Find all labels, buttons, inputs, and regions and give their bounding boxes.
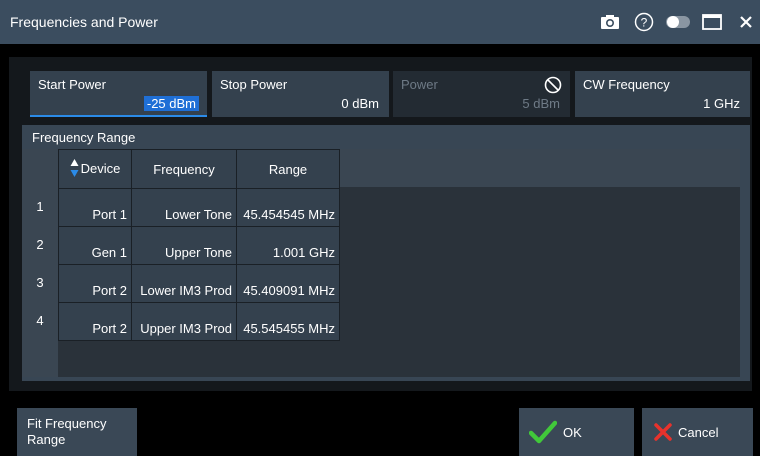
frequency-cell[interactable]: Upper Tone <box>131 226 237 265</box>
maximize-icon[interactable] <box>698 8 726 36</box>
power-field: Power 5 dBm <box>393 71 570 117</box>
row-number[interactable]: 1 <box>22 187 58 225</box>
table-corner <box>22 149 58 187</box>
frequency-range-title: Frequency Range <box>32 130 136 145</box>
fit-frequency-range-button[interactable]: Fit Frequency Range <box>17 408 137 456</box>
title-bar-icons: ? <box>590 0 760 44</box>
stop-power-value[interactable]: 0 dBm <box>341 96 379 111</box>
row-number[interactable]: 2 <box>22 225 58 263</box>
cw-frequency-field[interactable]: CW Frequency 1 GHz <box>575 71 750 117</box>
close-icon[interactable] <box>732 8 760 36</box>
start-power-field[interactable]: Start Power -25 dBm <box>30 71 207 117</box>
stop-power-label: Stop Power <box>220 77 288 92</box>
device-cell[interactable]: Gen 1 <box>58 226 132 265</box>
table-row[interactable]: Port 2 Upper IM3 Prod 45.545455 MHz <box>58 302 340 341</box>
frequency-cell[interactable]: Upper IM3 Prod <box>131 302 237 341</box>
power-value: 5 dBm <box>522 96 560 111</box>
frequencies-and-power-dialog: Frequencies and Power ? Start Power -25 … <box>0 0 760 456</box>
range-cell[interactable]: 45.409091 MHz <box>236 264 340 303</box>
sort-icon[interactable] <box>70 158 79 181</box>
range-cell[interactable]: 45.545455 MHz <box>236 302 340 341</box>
power-label: Power <box>401 77 438 92</box>
svg-text:?: ? <box>641 16 648 30</box>
cw-frequency-value[interactable]: 1 GHz <box>703 96 740 111</box>
frequency-range-table: 1 2 3 4 Device Frequency Range Port 1 Lo… <box>22 149 740 377</box>
table-row[interactable]: Port 1 Lower Tone 45.454545 MHz <box>58 188 340 227</box>
start-power-label: Start Power <box>38 77 106 92</box>
cancel-button[interactable]: Cancel <box>642 408 753 456</box>
table-row[interactable]: Gen 1 Upper Tone 1.001 GHz <box>58 226 340 265</box>
ok-label: OK <box>563 424 582 440</box>
device-cell[interactable]: Port 2 <box>58 302 132 341</box>
toggle-icon[interactable] <box>664 8 692 36</box>
device-cell[interactable]: Port 1 <box>58 188 132 227</box>
frequency-cell[interactable]: Lower IM3 Prod <box>131 264 237 303</box>
frequency-range-group: Frequency Range 1 2 3 4 Device Frequency… <box>22 125 750 381</box>
checkmark-icon <box>529 420 557 444</box>
cancel-x-icon <box>654 423 672 441</box>
column-header-frequency[interactable]: Frequency <box>131 149 237 189</box>
start-power-value[interactable]: -25 dBm <box>143 96 199 111</box>
help-icon[interactable]: ? <box>630 8 658 36</box>
column-header-range[interactable]: Range <box>236 149 340 189</box>
row-number[interactable]: 4 <box>22 301 58 339</box>
range-cell[interactable]: 1.001 GHz <box>236 226 340 265</box>
range-cell[interactable]: 45.454545 MHz <box>236 188 340 227</box>
cw-frequency-label: CW Frequency <box>583 77 670 92</box>
cancel-label: Cancel <box>678 424 719 440</box>
ok-button[interactable]: OK <box>519 408 634 456</box>
camera-icon[interactable] <box>596 8 624 36</box>
device-cell[interactable]: Port 2 <box>58 264 132 303</box>
stop-power-field[interactable]: Stop Power 0 dBm <box>212 71 389 117</box>
column-header-device-label: Device <box>80 160 121 176</box>
table-row[interactable]: Port 2 Lower IM3 Prod 45.409091 MHz <box>58 264 340 303</box>
row-header-column: 1 2 3 4 <box>22 187 58 377</box>
title-bar: Frequencies and Power ? <box>0 0 760 44</box>
fit-frequency-range-label: Fit Frequency Range <box>27 416 107 447</box>
frequency-cell[interactable]: Lower Tone <box>131 188 237 227</box>
row-number[interactable]: 3 <box>22 263 58 301</box>
dialog-title: Frequencies and Power <box>10 14 158 30</box>
frequency-range-grid: Device Frequency Range Port 1 Lower Tone… <box>58 149 340 341</box>
column-header-device[interactable]: Device <box>58 149 132 189</box>
